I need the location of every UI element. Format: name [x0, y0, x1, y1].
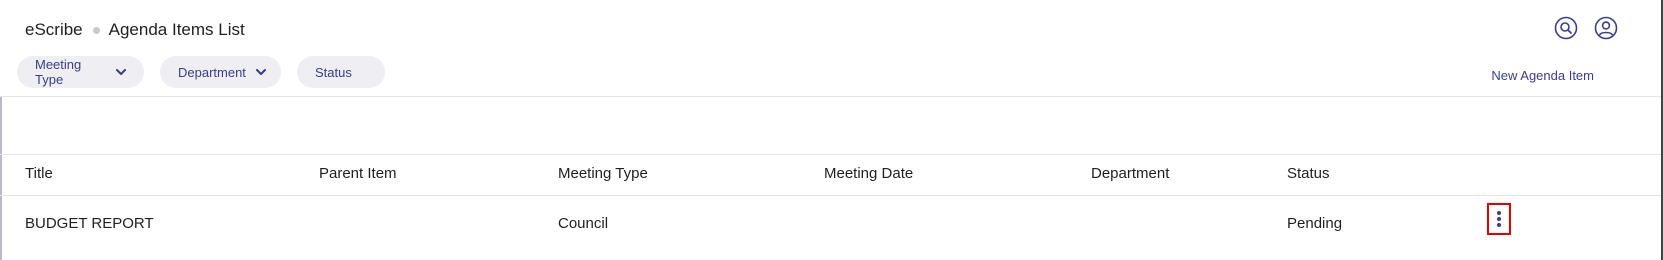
user-profile-icon — [1594, 16, 1618, 40]
chevron-down-icon — [255, 68, 266, 76]
breadcrumb-separator — [92, 26, 100, 34]
filter-label: Status — [315, 64, 352, 80]
column-header-title[interactable]: Title — [25, 165, 53, 182]
user-profile-button[interactable] — [1593, 15, 1619, 41]
header-actions — [1553, 15, 1619, 41]
cell-status: Pending — [1287, 215, 1343, 232]
agenda-items-page: eScribe Agenda Items List Meeting Type D… — [0, 0, 1663, 260]
more-vertical-icon — [1497, 211, 1501, 227]
divider — [0, 154, 1661, 155]
content-edge — [0, 97, 2, 260]
department-filter[interactable]: Department — [160, 56, 281, 88]
filter-bar: Meeting Type Department Status — [17, 56, 385, 88]
column-header-department[interactable]: Department — [1091, 165, 1169, 182]
page-title: Agenda Items List — [108, 20, 245, 39]
chevron-down-icon — [116, 68, 126, 76]
meeting-type-filter[interactable]: Meeting Type — [17, 56, 144, 88]
cell-meeting-type: Council — [558, 215, 609, 232]
status-filter[interactable]: Status — [297, 56, 385, 88]
column-header-status[interactable]: Status — [1287, 165, 1330, 182]
divider — [0, 195, 1661, 196]
search-button[interactable] — [1553, 15, 1579, 41]
divider — [0, 96, 1661, 97]
app-name[interactable]: eScribe — [25, 20, 83, 40]
cell-title[interactable]: BUDGET REPORT — [25, 215, 154, 232]
search-icon — [1554, 16, 1578, 40]
filter-label: Meeting Type — [35, 57, 82, 87]
column-header-parent-item[interactable]: Parent Item — [319, 165, 397, 182]
row-actions-button[interactable] — [1487, 203, 1511, 235]
breadcrumb: eScribe Agenda Items List — [25, 18, 245, 42]
column-header-meeting-type[interactable]: Meeting Type — [558, 165, 648, 182]
column-header-meeting-date[interactable]: Meeting Date — [824, 165, 913, 182]
new-agenda-item-button[interactable]: New Agenda Item — [1491, 68, 1594, 83]
filter-label: Department — [178, 64, 246, 80]
